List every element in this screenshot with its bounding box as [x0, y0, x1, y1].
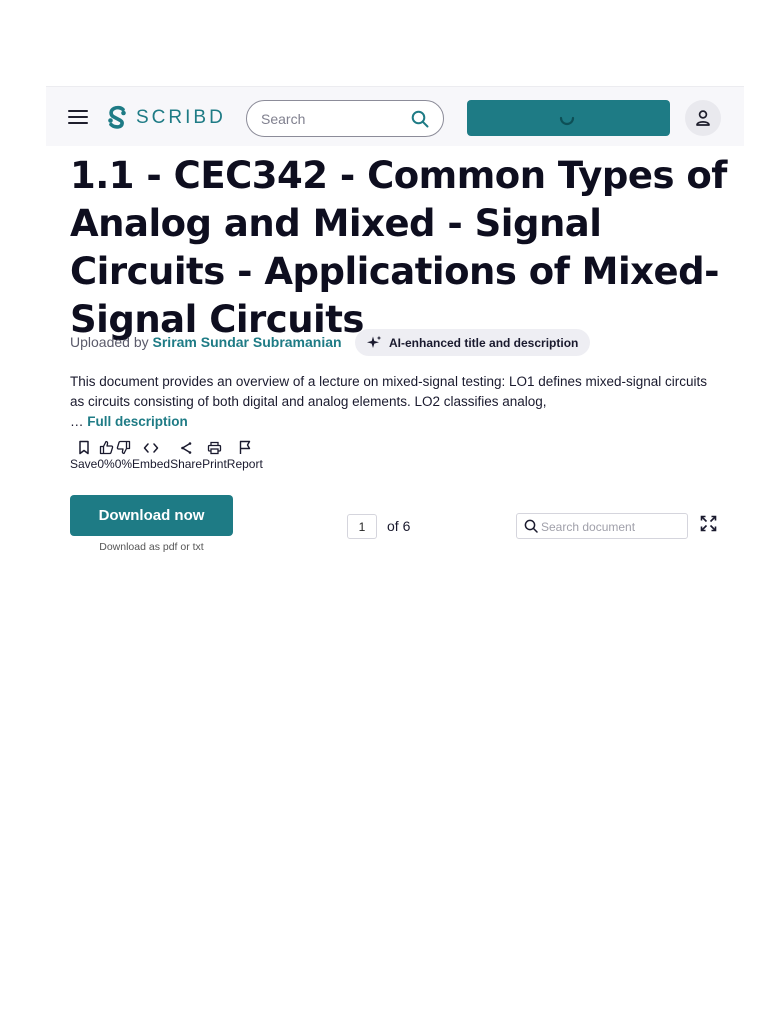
print-button[interactable]: Print — [202, 439, 227, 471]
print-label: Print — [202, 457, 227, 471]
logo-wordmark: SCRIBD — [136, 107, 226, 128]
share-button[interactable]: Share — [170, 439, 202, 471]
like-percent: 0% — [97, 457, 115, 471]
share-icon — [181, 441, 192, 454]
bookmark-icon — [78, 440, 89, 455]
document-search-input[interactable] — [541, 518, 681, 535]
user-icon — [696, 110, 710, 126]
document-title: 1.1 - CEC342 - Common Types of Analog an… — [70, 154, 727, 341]
loading-spinner-icon — [559, 116, 575, 126]
uploader-line: Uploaded by Sriram Sundar Subramanian — [70, 334, 342, 350]
save-button[interactable]: Save — [70, 439, 97, 471]
thumbs-up-icon — [99, 440, 113, 455]
code-icon — [143, 442, 159, 453]
scribd-logo-icon — [108, 105, 126, 129]
description-text: This document provides an overview of a … — [70, 374, 708, 409]
full-description-link[interactable]: Full description — [87, 414, 188, 429]
user-account-button[interactable] — [685, 100, 721, 136]
site-search[interactable] — [246, 100, 444, 137]
download-format-hint: Download as pdf or txt — [99, 541, 204, 553]
search-input[interactable] — [261, 109, 401, 129]
search-icon[interactable] — [411, 110, 429, 128]
scribd-logo[interactable]: SCRIBD — [106, 104, 226, 132]
sparkle-icon — [367, 335, 382, 348]
save-label: Save — [70, 457, 98, 471]
fullscreen-icon[interactable] — [700, 515, 717, 532]
description-ellipsis: … — [70, 414, 84, 429]
page-total-label: of 6 — [387, 518, 411, 534]
report-label: Report — [226, 457, 263, 471]
author-link[interactable]: Sriram Sundar Subramanian — [153, 334, 342, 350]
like-button[interactable]: 0% — [97, 439, 115, 471]
uploaded-prefix: Uploaded by — [70, 334, 149, 350]
print-icon — [207, 441, 222, 454]
document-search[interactable] — [516, 513, 688, 539]
embed-label: Embed — [132, 457, 171, 471]
breadcrumb — [70, 140, 270, 146]
document-description: This document provides an overview of a … — [70, 372, 718, 432]
document-actions: Save 0% 0% Embed Share Print Report — [70, 439, 263, 471]
search-icon — [524, 519, 538, 533]
flag-icon — [239, 440, 251, 454]
embed-button[interactable]: Embed — [132, 439, 170, 471]
download-now-button[interactable]: Download now — [70, 495, 233, 536]
header-cta-button[interactable] — [467, 100, 670, 136]
thumbs-down-icon — [116, 440, 131, 455]
report-button[interactable]: Report — [227, 439, 263, 471]
ai-badge-label: AI-enhanced title and description — [389, 335, 579, 350]
share-label: Share — [170, 457, 203, 471]
menu-icon[interactable] — [68, 110, 88, 124]
top-header: SCRIBD — [46, 86, 744, 146]
ai-enhanced-badge: AI-enhanced title and description — [355, 329, 591, 356]
dislike-percent: 0% — [114, 457, 133, 471]
page-number-input[interactable] — [347, 514, 377, 539]
dislike-button[interactable]: 0% — [115, 439, 132, 471]
